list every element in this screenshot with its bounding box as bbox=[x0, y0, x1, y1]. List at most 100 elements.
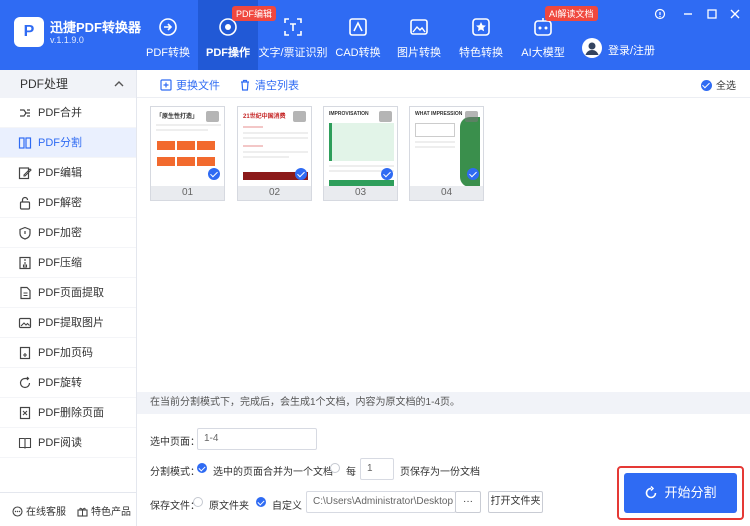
sidebar-item-page-number[interactable]: PDF加页码 bbox=[0, 338, 136, 368]
app-name: 迅捷PDF转换器 bbox=[50, 20, 142, 35]
start-split-button[interactable]: 开始分割 bbox=[624, 473, 737, 513]
sidebar-item-delete-page[interactable]: PDF删除页面 bbox=[0, 398, 136, 428]
app-version: v.1.1.9.0 bbox=[50, 35, 84, 45]
delete-page-icon bbox=[19, 406, 31, 420]
save-path-input[interactable]: C:\Users\Administrator\Desktop bbox=[306, 491, 456, 513]
nav-label: PDF操作 bbox=[206, 47, 250, 59]
rotate-icon bbox=[19, 376, 31, 389]
nav-cad[interactable]: CAD转换 bbox=[328, 0, 388, 70]
mode-merge-label: 选中的页面合并为一个文档 bbox=[213, 467, 333, 478]
mode-every-radio[interactable] bbox=[330, 463, 340, 473]
sidebar-item-rotate[interactable]: PDF旋转 bbox=[0, 368, 136, 398]
sidebar-header[interactable]: PDF处理 bbox=[0, 70, 136, 98]
edit-icon bbox=[18, 167, 32, 180]
featured-products-button[interactable]: 特色产品 bbox=[77, 503, 131, 518]
sidebar-item-label: PDF旋转 bbox=[38, 377, 82, 389]
sidebar-item-page-extract[interactable]: PDF页面提取 bbox=[0, 278, 136, 308]
sidebar-item-unlock[interactable]: PDF解密 bbox=[0, 188, 136, 218]
page-caption: 02 bbox=[238, 186, 311, 200]
save-custom-radio[interactable] bbox=[256, 497, 266, 507]
pages-input[interactable]: 1-4 bbox=[197, 428, 317, 450]
checked-icon[interactable] bbox=[208, 168, 220, 180]
top-bar: P 迅捷PDF转换器 v.1.1.9.0 PDF转换 PDF操作 PDF编辑 文… bbox=[0, 0, 750, 70]
sidebar-item-image-extract[interactable]: PDF提取图片 bbox=[0, 308, 136, 338]
page-number-icon bbox=[19, 346, 31, 360]
ocr-icon bbox=[284, 18, 302, 36]
sidebar-footer: 在线客服 特色产品 bbox=[0, 492, 137, 526]
checked-icon[interactable] bbox=[467, 168, 479, 180]
menu-icon[interactable] bbox=[654, 8, 666, 20]
star-icon bbox=[472, 18, 490, 36]
login-label: 登录/注册 bbox=[608, 45, 656, 57]
image-icon bbox=[410, 19, 428, 35]
save-custom-label: 自定义 bbox=[272, 501, 302, 512]
replace-file-button[interactable]: 更换文件 bbox=[160, 77, 220, 93]
pages-per-file-input[interactable]: 1 bbox=[360, 458, 394, 480]
nav-image[interactable]: 图片转换 bbox=[390, 0, 448, 70]
rotate-icon[interactable] bbox=[465, 111, 478, 122]
open-folder-button[interactable]: 打开文件夹 bbox=[488, 491, 543, 513]
sidebar-item-encrypt[interactable]: PDF加密 bbox=[0, 218, 136, 248]
image-extract-icon bbox=[18, 317, 32, 329]
page-caption: 03 bbox=[324, 186, 397, 200]
page-thumbnail-2[interactable]: 21世纪中国消费 02 bbox=[237, 106, 312, 201]
page-caption: 04 bbox=[410, 186, 483, 200]
user-icon bbox=[585, 42, 599, 55]
rotate-icon[interactable] bbox=[206, 111, 219, 122]
start-button-highlight: 开始分割 bbox=[617, 466, 744, 520]
merge-icon bbox=[20, 109, 30, 117]
close-icon[interactable] bbox=[729, 8, 741, 20]
page-thumbnail-3[interactable]: IMPROVISATION 03 bbox=[323, 106, 398, 201]
mode-merge-radio[interactable] bbox=[197, 463, 207, 473]
checked-icon[interactable] bbox=[295, 168, 307, 180]
trash-icon bbox=[241, 79, 249, 91]
cad-icon bbox=[349, 18, 367, 36]
unlock-icon bbox=[19, 196, 31, 210]
page-thumbnail-4[interactable]: WHAT IMPRESSION 04 bbox=[409, 106, 484, 201]
sidebar-item-read[interactable]: PDF阅读 bbox=[0, 428, 136, 458]
sidebar-item-label: PDF分割 bbox=[38, 137, 82, 149]
gift-icon bbox=[77, 507, 88, 517]
badge-ai: AI解读文档 bbox=[545, 6, 598, 21]
nav-label: CAD转换 bbox=[335, 47, 381, 59]
page-caption: 01 bbox=[151, 186, 224, 200]
sidebar-item-merge[interactable]: PDF合并 bbox=[0, 98, 136, 128]
sidebar-item-compress[interactable]: PDF压缩 bbox=[0, 248, 136, 278]
sidebar-item-label: PDF压缩 bbox=[38, 257, 82, 269]
sidebar: PDF处理 PDF合并 PDF分割 PDF编辑 PDF解密 PDF加密 PDF压… bbox=[0, 70, 137, 526]
sidebar-item-label: PDF提取图片 bbox=[38, 317, 104, 329]
nav-label: 特色转换 bbox=[459, 47, 503, 59]
mode-every-prefix: 每 bbox=[346, 467, 356, 478]
shield-icon bbox=[19, 226, 31, 240]
sidebar-item-label: PDF加页码 bbox=[38, 347, 93, 359]
rotate-icon[interactable] bbox=[293, 111, 306, 122]
sidebar-item-split[interactable]: PDF分割 bbox=[0, 128, 136, 158]
online-service-button[interactable]: 在线客服 bbox=[12, 503, 66, 518]
nav-pdf-convert[interactable]: PDF转换 bbox=[138, 0, 198, 70]
nav-ocr[interactable]: 文字/票证识别 bbox=[258, 0, 328, 70]
mode-every-suffix: 页保存为一份文档 bbox=[400, 467, 480, 478]
select-all-checkbox[interactable]: 全选 bbox=[701, 77, 736, 92]
online-service-label: 在线客服 bbox=[26, 507, 66, 518]
sidebar-item-label: PDF页面提取 bbox=[38, 287, 104, 299]
page-extract-icon bbox=[20, 286, 31, 300]
nav-featured[interactable]: 特色转换 bbox=[452, 0, 510, 70]
maximize-icon[interactable] bbox=[706, 8, 718, 20]
sidebar-item-label: PDF加密 bbox=[38, 227, 82, 239]
browse-button[interactable]: ··· bbox=[455, 491, 481, 513]
pages-label: 选中页面： bbox=[150, 437, 200, 448]
replace-file-label: 更换文件 bbox=[176, 80, 220, 92]
checked-icon[interactable] bbox=[381, 168, 393, 180]
minimize-icon[interactable] bbox=[682, 8, 694, 20]
rotate-icon[interactable] bbox=[379, 111, 392, 122]
avatar bbox=[582, 38, 602, 58]
sidebar-item-edit[interactable]: PDF编辑 bbox=[0, 158, 136, 188]
page-thumbnail-1[interactable]: 「原生性打造」 01 bbox=[150, 106, 225, 201]
save-original-radio[interactable] bbox=[193, 497, 203, 507]
featured-products-label: 特色产品 bbox=[91, 507, 131, 518]
chevron-up-icon bbox=[114, 81, 124, 87]
split-info-text: 在当前分割模式下，完成后，会生成1个文档，内容为原文档的1-4页。 bbox=[137, 392, 750, 414]
select-all-label: 全选 bbox=[716, 81, 736, 92]
clear-list-button[interactable]: 清空列表 bbox=[239, 77, 299, 93]
add-file-icon bbox=[160, 79, 172, 91]
